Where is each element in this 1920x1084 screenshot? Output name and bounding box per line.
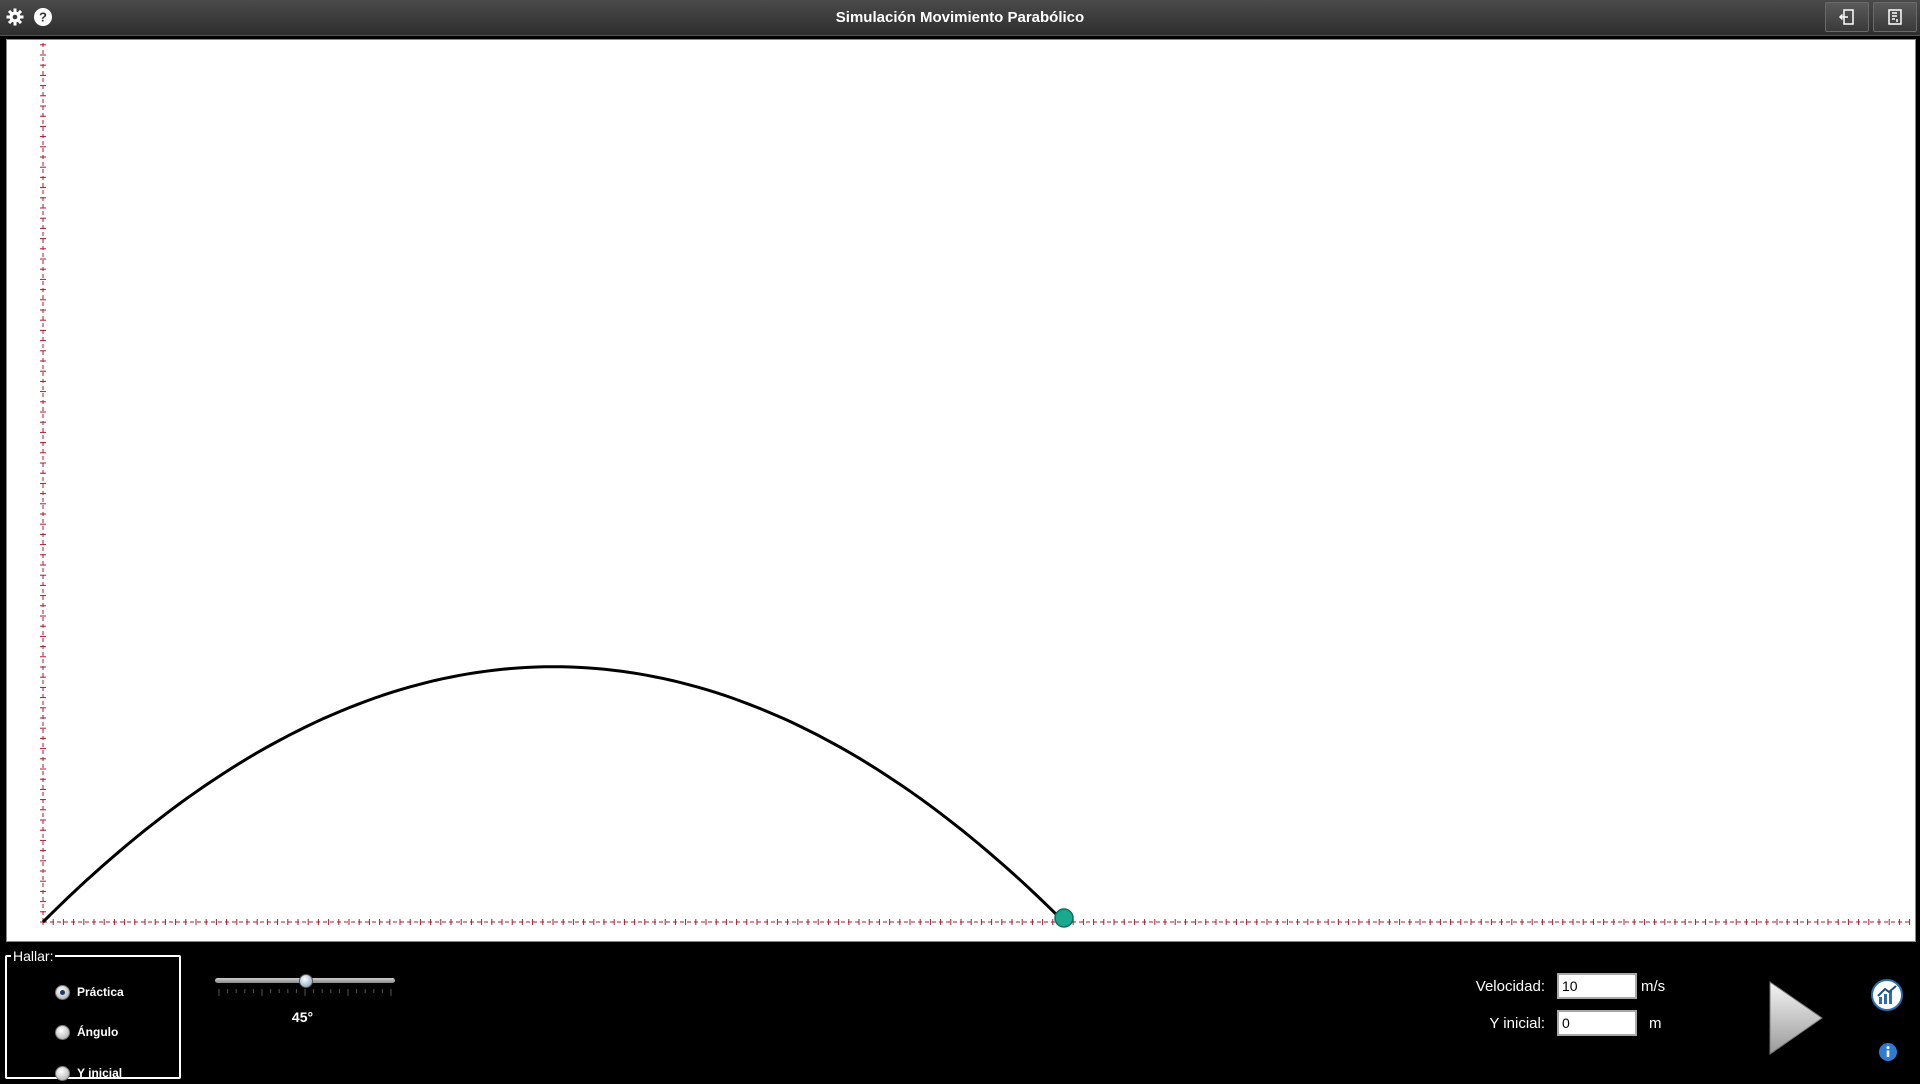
projectile-ball[interactable] [1054, 908, 1074, 928]
velocity-input[interactable] [1557, 973, 1637, 999]
radio-label: Ángulo [77, 1025, 119, 1039]
simulation-canvas [6, 39, 1916, 942]
y-initial-label: Y inicial: [1489, 1015, 1545, 1032]
y-initial-unit: m [1649, 1015, 1662, 1032]
radio-button[interactable] [55, 1025, 70, 1040]
y-initial-input[interactable] [1557, 1010, 1637, 1036]
play-button[interactable] [1766, 978, 1826, 1058]
info-button[interactable] [1878, 1042, 1898, 1062]
hallar-legend: Hallar: [11, 948, 56, 964]
angle-slider-thumb[interactable] [299, 974, 313, 988]
radio-label: Y inicial [77, 1066, 123, 1080]
angle-slider-ticks [218, 989, 392, 996]
app-title: Simulación Movimiento Parabólico [835, 9, 1085, 26]
radio-button[interactable] [55, 985, 70, 1000]
velocity-unit: m/s [1641, 978, 1666, 995]
fullscreen-button[interactable] [1873, 2, 1917, 32]
angle-value: 45° [291, 1009, 314, 1025]
play-icon [1769, 981, 1823, 1055]
graph-button[interactable] [1870, 978, 1904, 1012]
hallar-group: Hallar: Práctica Ángulo Y inicial [5, 948, 181, 1081]
fullscreen-icon [1888, 9, 1902, 25]
exit-icon [1838, 9, 1854, 25]
simulation-drawing [40, 42, 1912, 928]
radio-button[interactable] [55, 1066, 70, 1081]
trajectory-curve [41, 665, 1066, 924]
radio-label: Práctica [77, 985, 124, 999]
control-panel: Hallar: Práctica Ángulo Y inicial 45° Ve… [0, 943, 1920, 1081]
info-icon [1886, 1046, 1890, 1057]
title-bar: ? Simulación Movimiento Parabólico [0, 0, 1920, 36]
velocity-label: Velocidad: [1475, 978, 1545, 995]
exit-button[interactable] [1825, 2, 1869, 32]
